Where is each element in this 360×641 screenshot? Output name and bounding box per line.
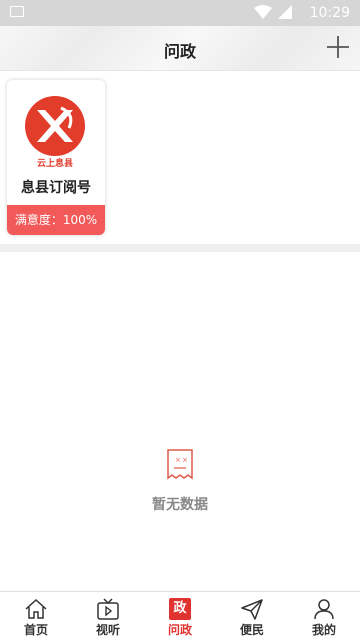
tab-services-label: 便民 xyxy=(239,623,264,637)
svg-text:×: × xyxy=(182,456,188,464)
tab-me[interactable]: 我的 xyxy=(288,592,360,641)
bottom-tab-bar: 首页 视听 政 问政 便民 我的 xyxy=(0,591,360,641)
empty-document-icon: × × xyxy=(167,449,193,480)
tab-video-label: 视听 xyxy=(95,623,120,637)
logo-text: 云上息县 xyxy=(37,157,73,169)
send-icon xyxy=(241,599,263,620)
tab-wenzheng[interactable]: 政 问政 xyxy=(144,592,216,641)
tab-home[interactable]: 首页 xyxy=(0,592,72,641)
notification-icon xyxy=(10,6,24,17)
section-divider xyxy=(0,244,360,252)
satisfaction-badge: 满意度：100% xyxy=(7,205,105,235)
zheng-badge-icon: 政 xyxy=(169,598,191,620)
wifi-icon xyxy=(254,5,272,19)
home-icon xyxy=(25,598,47,619)
tab-wenzheng-label: 问政 xyxy=(167,623,192,637)
tab-video[interactable]: 视听 xyxy=(72,592,144,641)
tab-services[interactable]: 便民 xyxy=(216,592,288,641)
status-bar: 10:29 xyxy=(0,0,360,26)
empty-state-text: 暂无数据 xyxy=(152,497,208,513)
header: 问政 xyxy=(0,26,360,71)
card-name: 息县订阅号 xyxy=(21,180,91,196)
tab-home-label: 首页 xyxy=(23,623,48,637)
svg-text:×: × xyxy=(175,456,181,464)
subscription-card[interactable]: 云上息县 息县订阅号 满意度：100% xyxy=(7,80,105,235)
plus-icon[interactable] xyxy=(326,35,350,59)
empty-state: × × 暂无数据 xyxy=(0,448,360,514)
tab-me-label: 我的 xyxy=(311,623,336,637)
signal-icon xyxy=(278,5,292,19)
xixian-logo: 云上息县 xyxy=(25,96,85,169)
page-title: 问政 xyxy=(163,42,196,61)
person-icon xyxy=(314,599,334,620)
status-time: 10:29 xyxy=(309,5,350,21)
tv-icon xyxy=(97,598,119,620)
